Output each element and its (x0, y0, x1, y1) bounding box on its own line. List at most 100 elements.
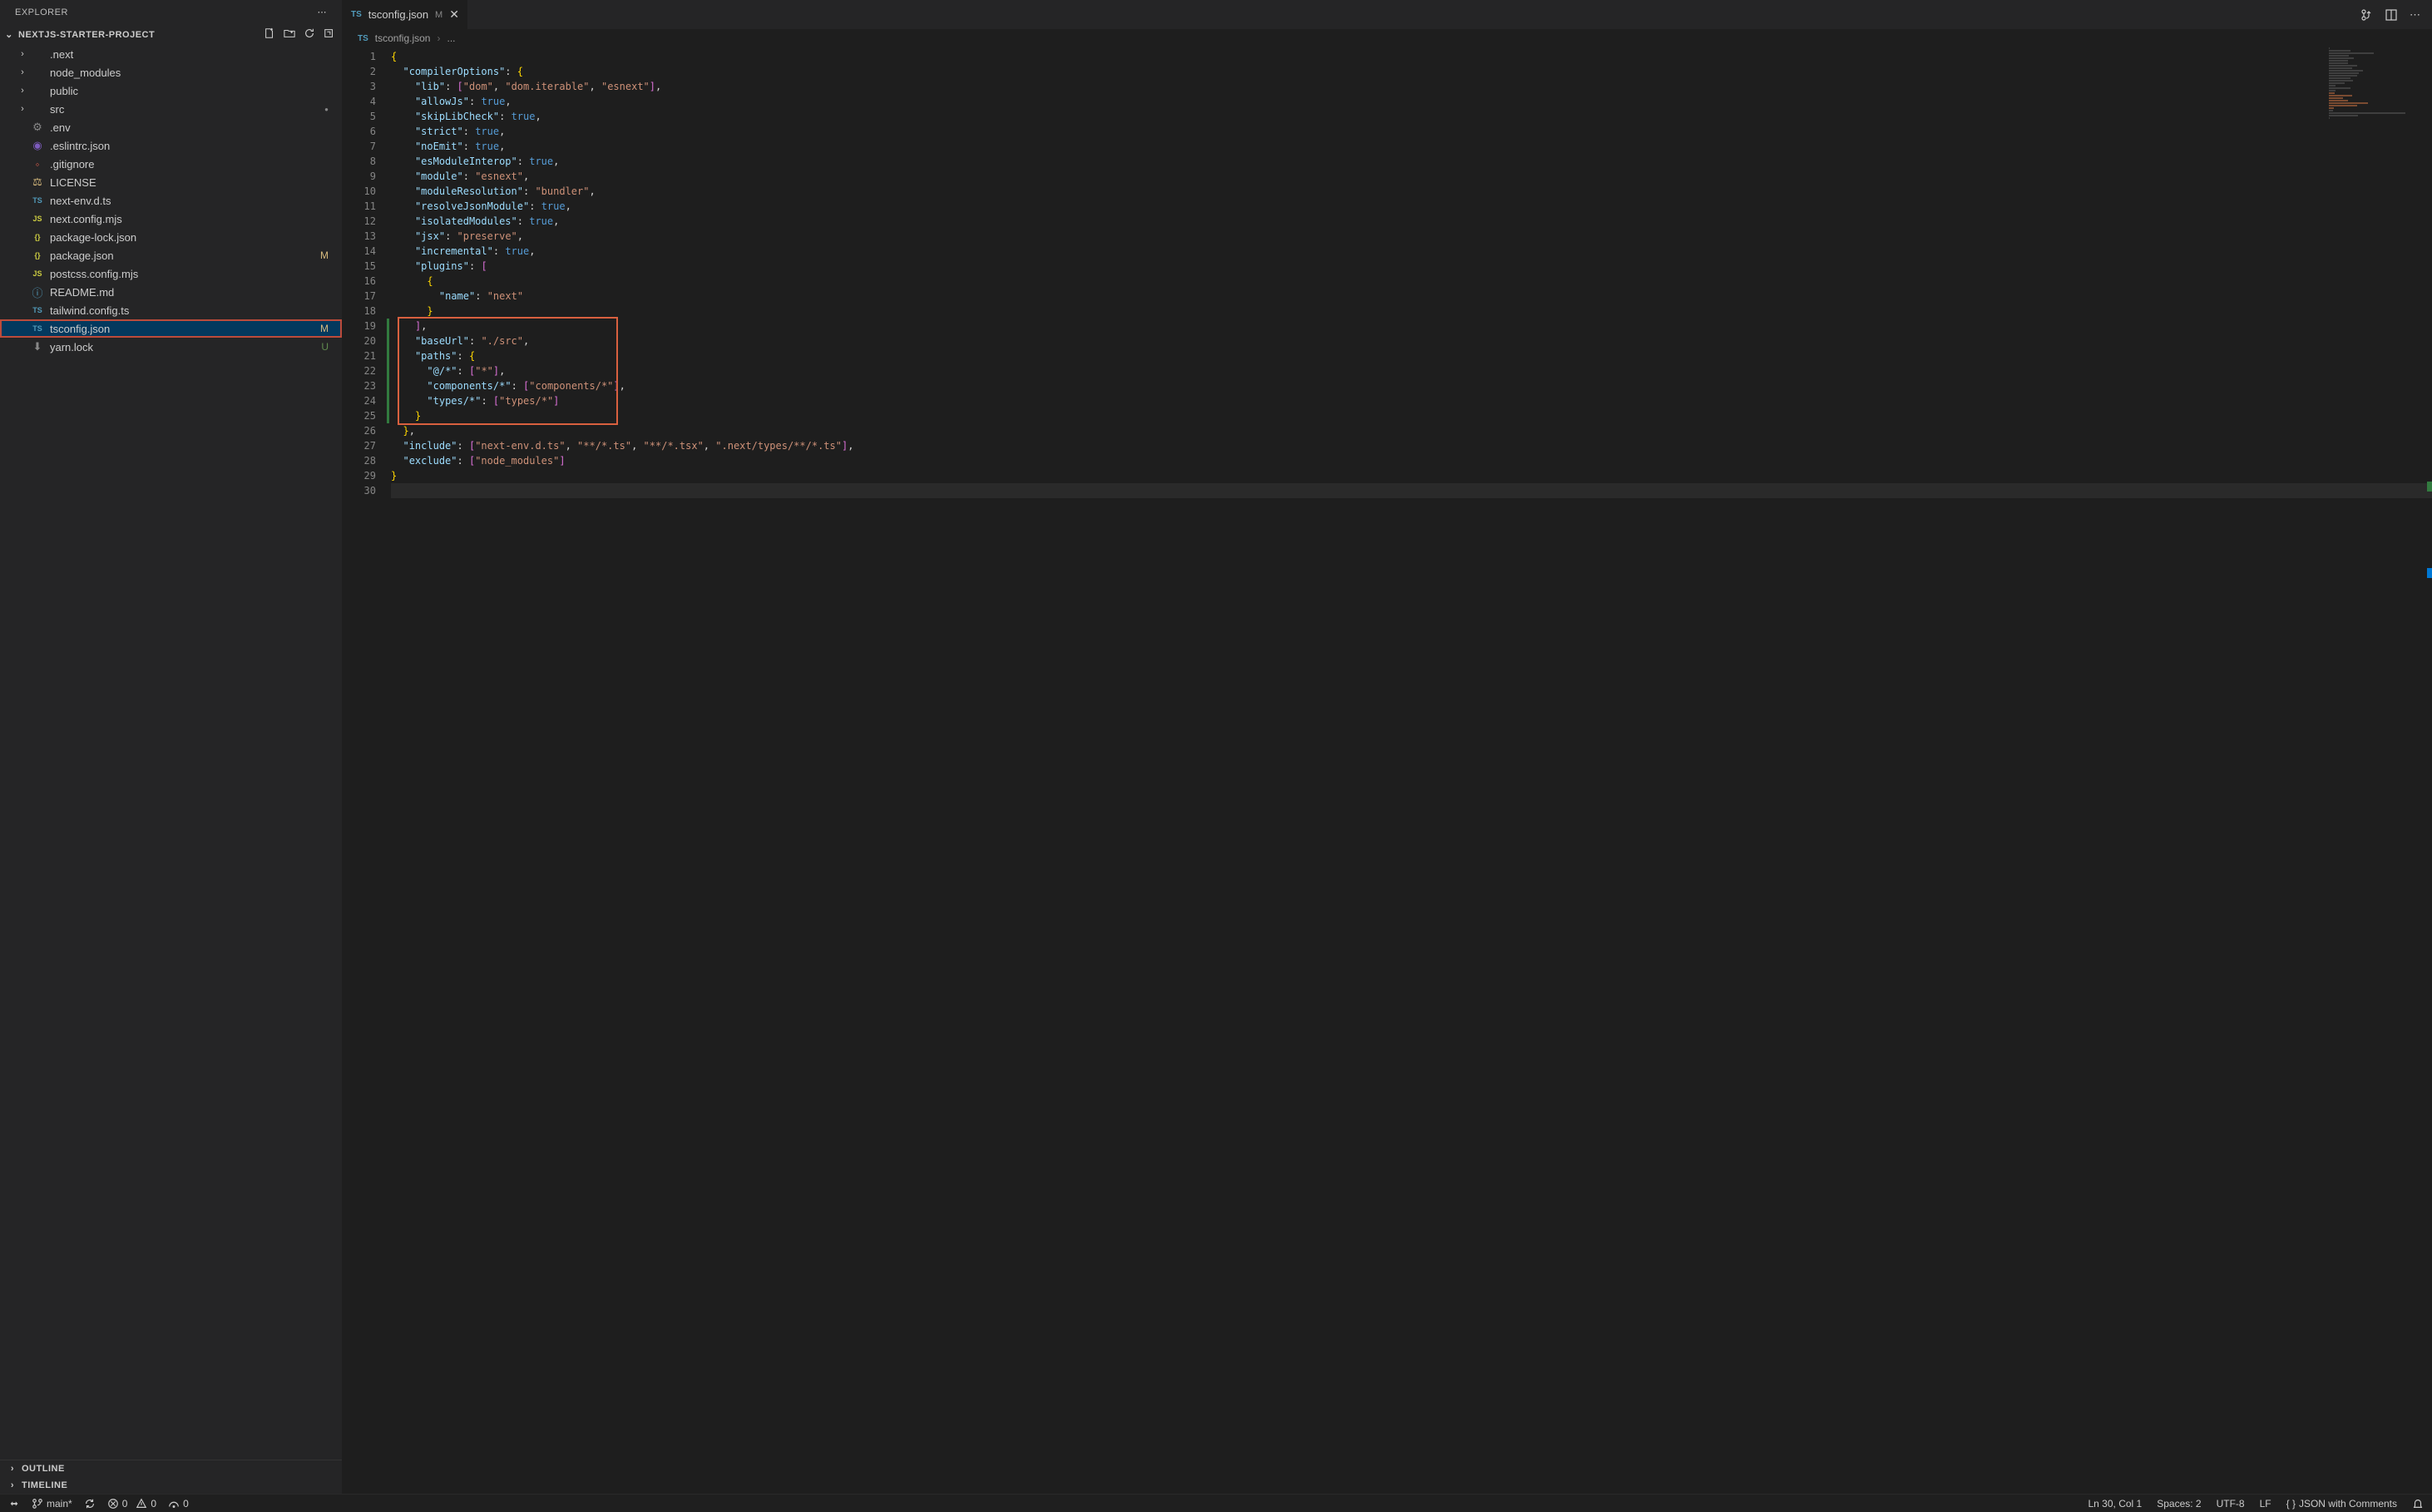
file-tsconfig-json[interactable]: TS tsconfig.jsonM (0, 319, 342, 338)
file-label: yarn.lock (50, 341, 321, 353)
problems-indicator[interactable]: 0 0 (107, 1498, 156, 1510)
file-readme-md[interactable]: ⓘ README.md (0, 283, 342, 301)
ts-icon: TS (358, 34, 368, 43)
file-icon: ◦ (30, 158, 45, 170)
explorer-sidebar: EXPLORER ⋯ ⌄ NEXTJS-STARTER-PROJECT (0, 0, 343, 1494)
file-icon: ⚙ (30, 121, 45, 134)
file-icon: JS (30, 215, 45, 223)
tab-label: tsconfig.json (368, 8, 428, 21)
file-label: LICENSE (50, 176, 335, 189)
file-icon: TS (30, 196, 45, 205)
scroll-indicator (2420, 47, 2432, 1494)
file-next-env-d-ts[interactable]: TS next-env.d.ts (0, 191, 342, 210)
file-package-lock-json[interactable]: {} package-lock.json (0, 228, 342, 246)
refresh-icon[interactable] (304, 27, 315, 42)
collapse-icon[interactable] (324, 27, 335, 42)
braces-icon: { } (2286, 1498, 2296, 1510)
timeline-section[interactable]: › TIMELINE (0, 1477, 342, 1494)
file-label: tsconfig.json (50, 323, 320, 335)
file-label: .eslintrc.json (50, 140, 335, 152)
chevron-right-icon: › (437, 32, 440, 44)
folder--next[interactable]: › .next (0, 45, 342, 63)
modified-badge: M (320, 323, 329, 334)
ports-count: 0 (183, 1498, 189, 1510)
chevron-right-icon: › (17, 49, 28, 59)
split-editor-icon[interactable] (2385, 8, 2398, 22)
status-bar: main* 0 0 0 Ln 30, Col 1 Spaces: 2 UTF-8… (0, 1494, 2432, 1512)
error-count: 0 (122, 1498, 128, 1510)
file-label: .env (50, 121, 335, 134)
indent-setting[interactable]: Spaces: 2 (2157, 1498, 2201, 1510)
cursor-position[interactable]: Ln 30, Col 1 (2088, 1498, 2143, 1510)
notifications-icon[interactable] (2412, 1498, 2424, 1510)
breadcrumb[interactable]: TS tsconfig.json › ... (343, 29, 2432, 47)
explorer-more-icon[interactable]: ⋯ (318, 7, 328, 17)
explorer-title: EXPLORER (15, 7, 68, 17)
file-label: next-env.d.ts (50, 195, 335, 207)
file--env[interactable]: ⚙ .env (0, 118, 342, 136)
sync-icon[interactable] (84, 1498, 96, 1510)
file-label: postcss.config.mjs (50, 268, 335, 280)
file-icon: ⚖ (30, 175, 45, 189)
untracked-badge: U (321, 341, 329, 353)
file--eslintrc-json[interactable]: ◉ .eslintrc.json (0, 136, 342, 155)
file-icon: ⬇ (30, 340, 45, 353)
file-label: tailwind.config.ts (50, 304, 335, 317)
file-icon: TS (30, 324, 45, 333)
modified-badge: M (320, 250, 329, 261)
file-label: package-lock.json (50, 231, 335, 244)
folder-public[interactable]: ›public (0, 82, 342, 100)
outline-section[interactable]: › OUTLINE (0, 1460, 342, 1477)
file-label: .gitignore (50, 158, 335, 170)
file-package-json[interactable]: {} package.jsonM (0, 246, 342, 264)
warning-count: 0 (151, 1498, 156, 1510)
tab-bar: TS tsconfig.json M ✕ ⋯ (343, 0, 2432, 29)
file-label: README.md (50, 286, 335, 299)
compare-changes-icon[interactable] (2360, 8, 2373, 22)
file-label: package.json (50, 250, 320, 262)
folder-node-modules[interactable]: ›node_modules (0, 63, 342, 82)
file-tailwind-config-ts[interactable]: TStailwind.config.ts (0, 301, 342, 319)
dirty-badge: ● (324, 106, 329, 113)
editor-body[interactable]: 1234567891011121314151617181920212223242… (343, 47, 2432, 1494)
language-mode[interactable]: { } JSON with Comments (2286, 1498, 2397, 1510)
close-icon[interactable]: ✕ (449, 7, 459, 22)
new-file-icon[interactable] (264, 27, 275, 42)
project-header[interactable]: ⌄ NEXTJS-STARTER-PROJECT (0, 24, 342, 45)
file-license[interactable]: ⚖ LICENSE (0, 173, 342, 191)
chevron-right-icon: › (17, 67, 28, 77)
ports-indicator[interactable]: 0 (168, 1498, 189, 1510)
breadcrumb-file[interactable]: tsconfig.json (375, 32, 431, 44)
file-icon: ⓘ (30, 284, 45, 300)
line-gutter: 1234567891011121314151617181920212223242… (343, 47, 391, 1494)
file-icon: {} (30, 233, 45, 241)
new-folder-icon[interactable] (284, 27, 295, 42)
editor-area: TS tsconfig.json M ✕ ⋯ TS tsconfig.json … (343, 0, 2432, 1494)
file--gitignore[interactable]: ◦ .gitignore (0, 155, 342, 173)
remote-icon[interactable] (8, 1498, 20, 1510)
file-icon: {} (30, 251, 45, 259)
file-next-config-mjs[interactable]: JS next.config.mjs (0, 210, 342, 228)
eol[interactable]: LF (2260, 1498, 2271, 1510)
chevron-right-icon: › (17, 86, 28, 96)
outline-label: OUTLINE (22, 1464, 65, 1474)
chevron-right-icon: › (7, 1480, 18, 1490)
language-label: JSON with Comments (2299, 1498, 2397, 1510)
file-icon: ◉ (30, 139, 45, 152)
file-postcss-config-mjs[interactable]: JSpostcss.config.mjs (0, 264, 342, 283)
breadcrumb-more[interactable]: ... (447, 32, 455, 44)
timeline-label: TIMELINE (22, 1480, 67, 1490)
encoding[interactable]: UTF-8 (2217, 1498, 2245, 1510)
code-content[interactable]: { "compilerOptions": { "lib": ["dom", "d… (391, 47, 2432, 1494)
chevron-right-icon: › (17, 104, 28, 114)
folder-src[interactable]: ›src● (0, 100, 342, 118)
branch-name: main* (47, 1498, 72, 1510)
chevron-down-icon: ⌄ (3, 29, 15, 40)
file-tree: › .next ›node_modules›public›src● ⚙ .env ◉ .es… (0, 45, 342, 1460)
tab-tsconfig[interactable]: TS tsconfig.json M ✕ (343, 0, 468, 29)
more-actions-icon[interactable]: ⋯ (2410, 8, 2420, 22)
branch-indicator[interactable]: main* (32, 1498, 72, 1510)
file-label: next.config.mjs (50, 213, 335, 225)
file-yarn-lock[interactable]: ⬇ yarn.lockU (0, 338, 342, 356)
file-label: .next (50, 48, 335, 61)
